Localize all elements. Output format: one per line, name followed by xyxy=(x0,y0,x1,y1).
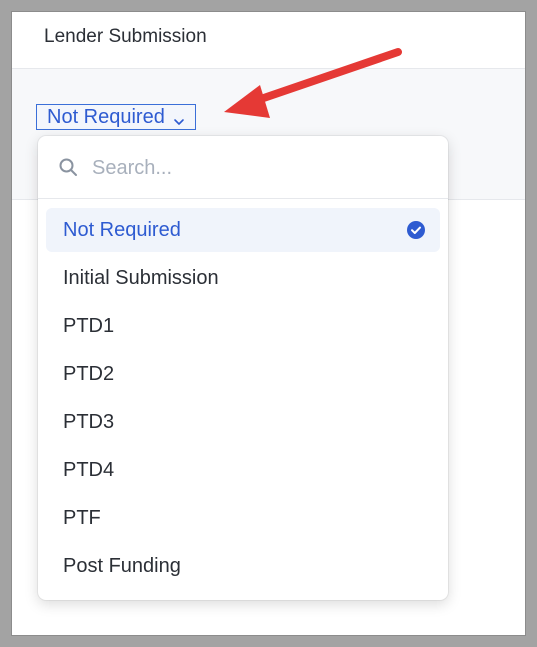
option-ptd1[interactable]: PTD1 xyxy=(46,304,440,348)
option-ptd4[interactable]: PTD4 xyxy=(46,448,440,492)
chevron-down-icon xyxy=(173,111,185,125)
search-icon xyxy=(58,157,78,177)
option-label: PTD3 xyxy=(63,410,115,433)
page-header: Lender Submission xyxy=(12,12,525,69)
option-label: PTF xyxy=(63,506,101,529)
option-label: PTD4 xyxy=(63,458,115,481)
screenshot-frame: Lender Submission Not Required Not R xyxy=(12,12,525,635)
option-ptf[interactable]: PTF xyxy=(46,496,440,540)
option-label: Not Required xyxy=(63,218,181,241)
dropdown-selected-label: Not Required xyxy=(47,105,165,128)
option-ptd2[interactable]: PTD2 xyxy=(46,352,440,396)
option-label: Post Funding xyxy=(63,554,181,577)
header-title: Lender Submission xyxy=(44,26,207,47)
options-list: Not Required Initial Submission PTD1 PTD… xyxy=(46,208,440,592)
search-input[interactable] xyxy=(90,150,414,186)
option-not-required[interactable]: Not Required xyxy=(46,208,440,252)
option-label: PTD1 xyxy=(63,314,115,337)
dropdown-menu: Not Required Initial Submission PTD1 PTD… xyxy=(38,136,448,600)
check-circle-icon xyxy=(406,220,426,240)
search-row xyxy=(38,136,448,199)
option-post-funding[interactable]: Post Funding xyxy=(46,544,440,588)
option-label: Initial Submission xyxy=(63,266,219,289)
status-dropdown-trigger[interactable]: Not Required xyxy=(36,104,196,130)
option-initial-submission[interactable]: Initial Submission xyxy=(46,256,440,300)
option-label: PTD2 xyxy=(63,362,115,385)
option-ptd3[interactable]: PTD3 xyxy=(46,400,440,444)
